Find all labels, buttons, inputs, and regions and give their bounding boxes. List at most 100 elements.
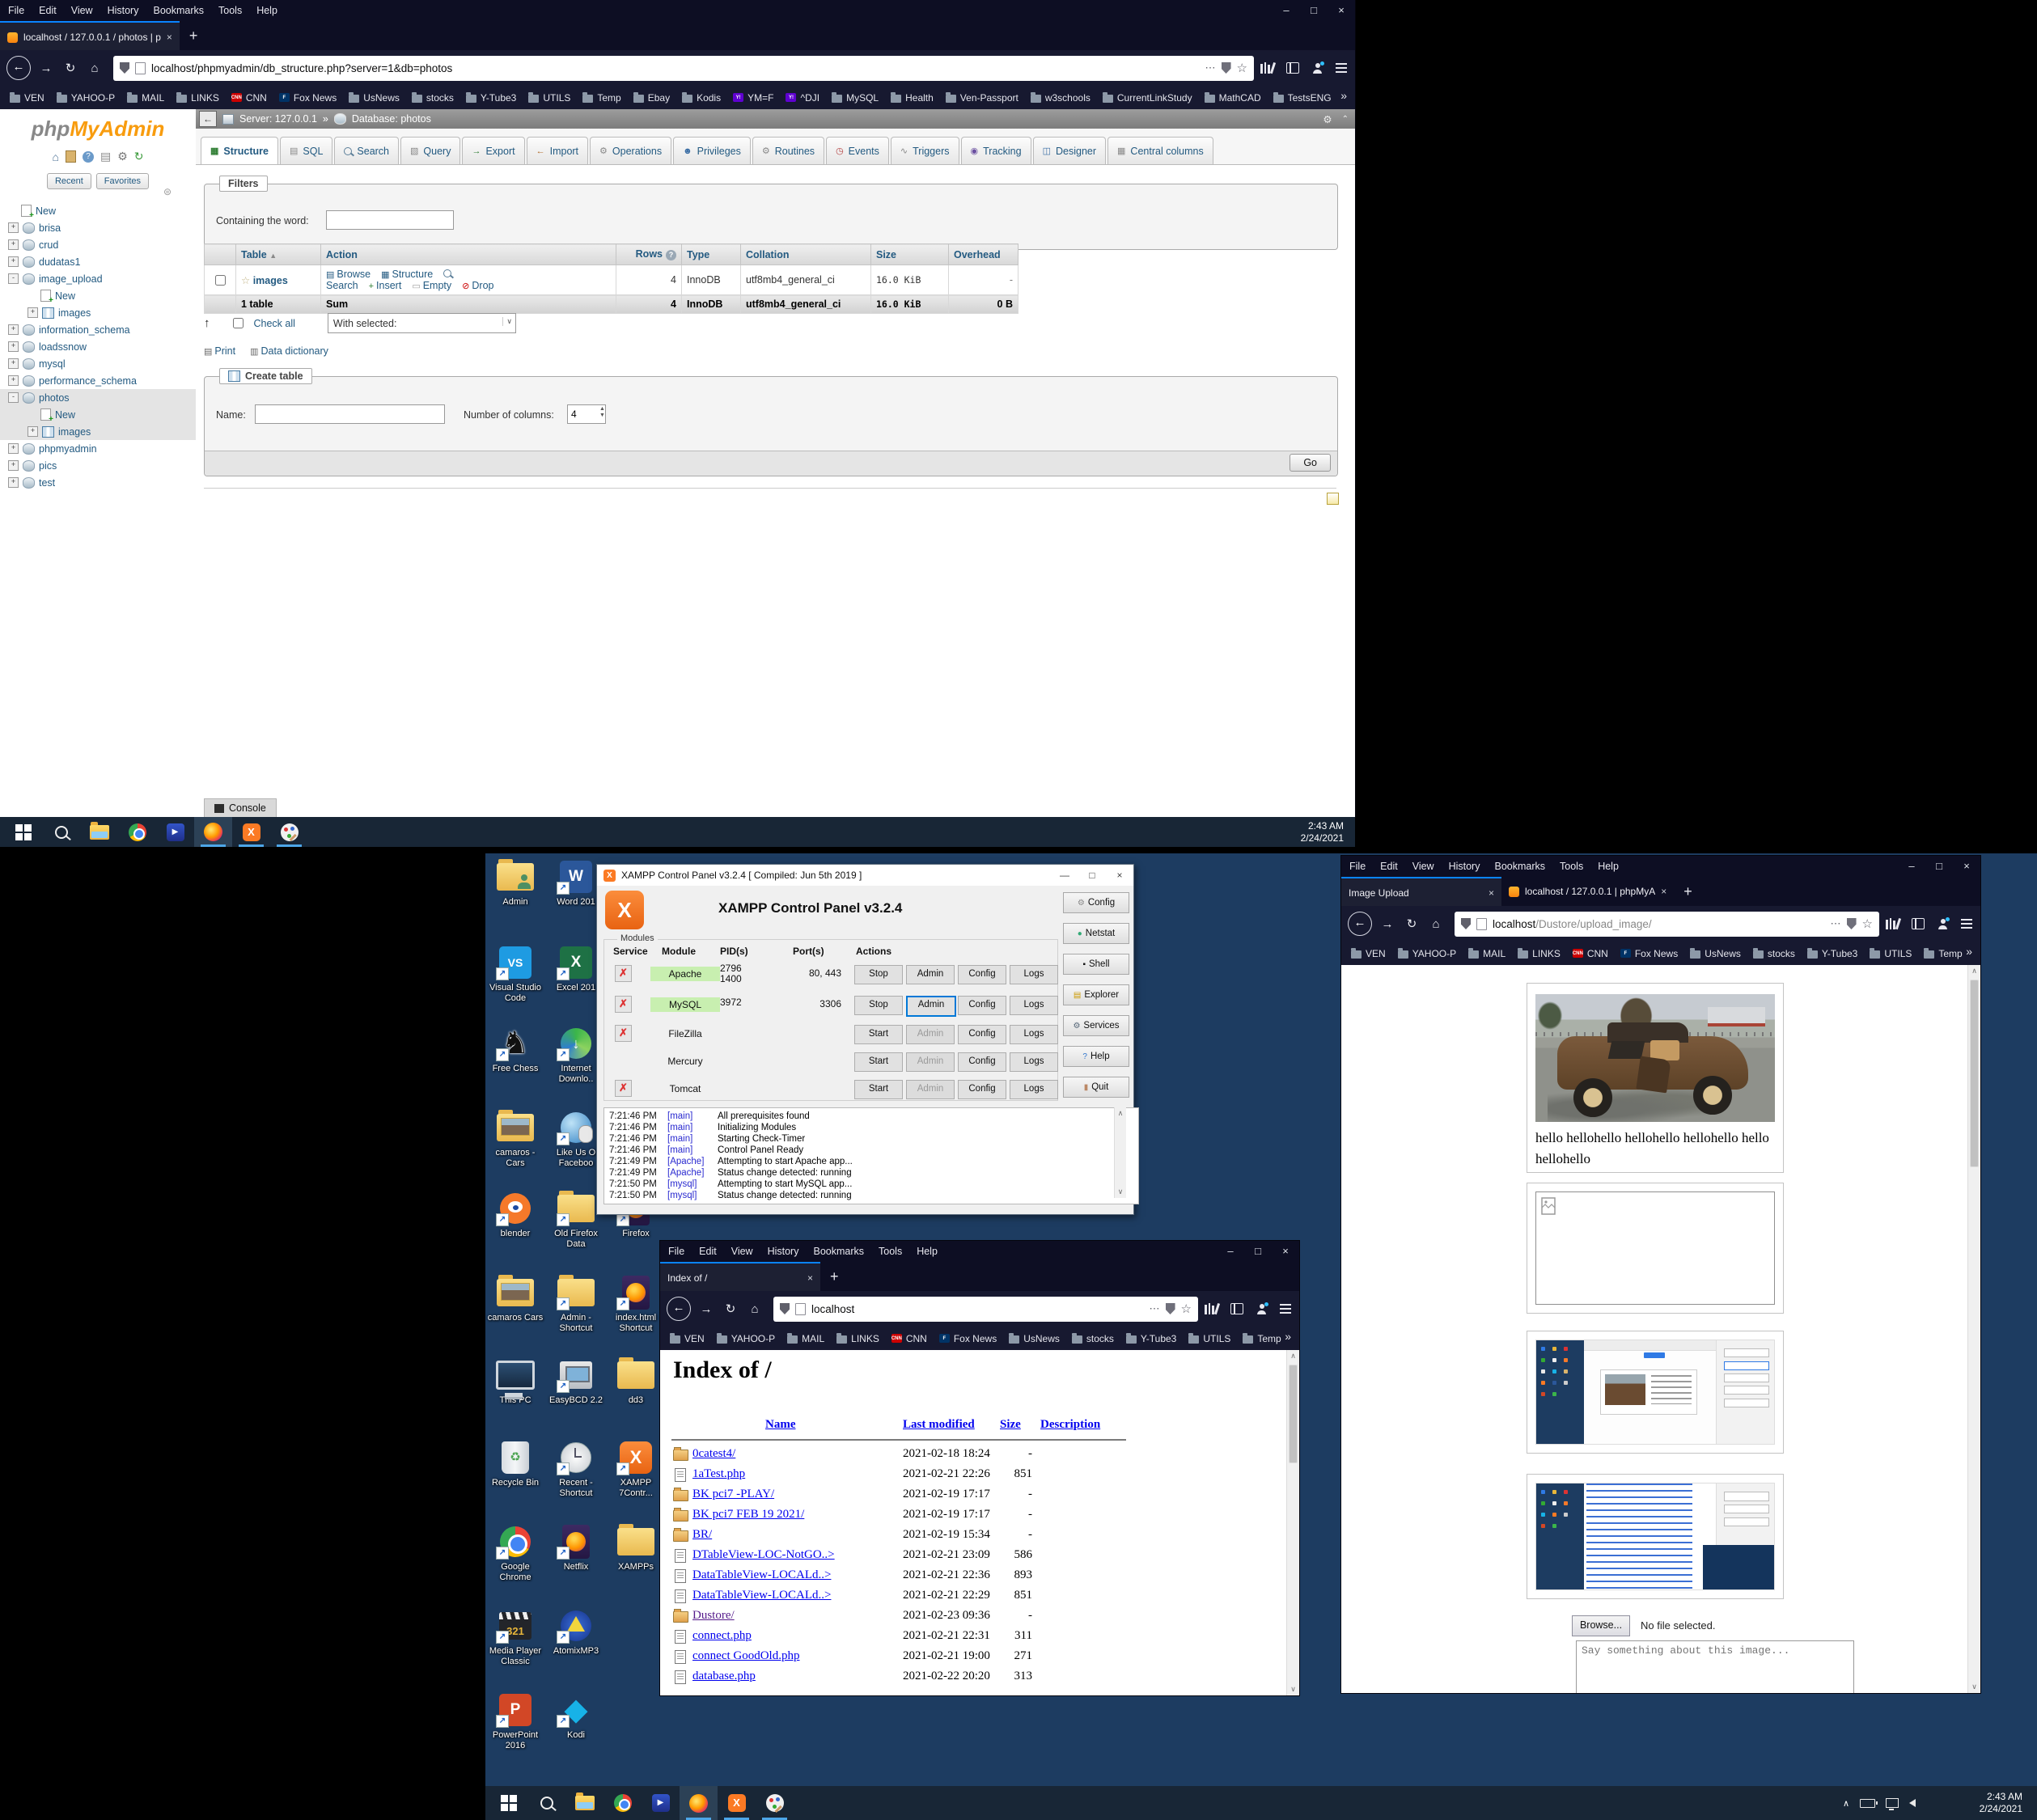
bookmark-item[interactable]: MySQL (832, 92, 879, 104)
bookmark-item[interactable]: stocks (412, 92, 454, 104)
pma-tab-central-columns[interactable]: ▦Central columns (1107, 137, 1213, 164)
page-scrollbar[interactable]: ∧ ∨ (1967, 965, 1980, 1693)
bookmark-item[interactable]: YAHOO-P (57, 92, 115, 104)
file-link[interactable]: 1aTest.php (692, 1467, 745, 1481)
bookmarks-overflow[interactable]: » (1340, 89, 1347, 102)
xampp-explorer-button[interactable]: ▤Explorer (1063, 984, 1129, 1005)
xampp-tomcat-config-button[interactable]: Config (958, 1080, 1006, 1099)
tree-item-crud[interactable]: +crud (0, 236, 196, 253)
home-icon[interactable]: ⌂ (1424, 917, 1448, 931)
col-type[interactable]: Type (682, 244, 741, 265)
file-link[interactable]: database.php (692, 1670, 756, 1683)
menu-view[interactable]: View (1412, 861, 1434, 872)
bookmark-star-icon[interactable]: ☆ (1181, 1302, 1192, 1316)
bookmark-item[interactable]: Y-Tube3 (1126, 1333, 1176, 1344)
menu-bookmarks[interactable]: Bookmarks (153, 5, 204, 16)
desktop-icon-index-html-shortcut[interactable]: ↗index.html Shortcut (607, 1275, 665, 1334)
bookmark-item[interactable]: LINKS (1518, 948, 1561, 959)
maximize-icon[interactable]: □ (1244, 1241, 1272, 1262)
file-link[interactable]: DataTableView-LOCALd..> (692, 1568, 831, 1582)
xampp-mysql-logs-button[interactable]: Logs (1010, 996, 1058, 1015)
bookmark-item[interactable]: CNNCNN (231, 92, 267, 104)
pma-tab-structure[interactable]: ▦Structure (201, 137, 278, 164)
tree-item-mysql[interactable]: +mysql (0, 355, 196, 372)
tab-close-icon[interactable]: × (807, 1272, 813, 1284)
table-name-link[interactable]: images (253, 275, 288, 286)
minimize-icon[interactable]: — (1051, 865, 1078, 886)
bookmark-item[interactable]: CNNCNN (891, 1333, 927, 1344)
xampp-config-button[interactable]: ⚙Config (1063, 892, 1129, 913)
new-tab-button[interactable]: + (1674, 877, 1702, 906)
bookmark-item[interactable]: UsNews (1690, 948, 1741, 959)
favorites-button[interactable]: Favorites (96, 173, 149, 189)
bookmark-item[interactable]: stocks (1753, 948, 1795, 959)
taskbar-chrome-button[interactable] (603, 1786, 642, 1820)
menu-edit[interactable]: Edit (39, 5, 57, 16)
permissions-icon[interactable] (1847, 918, 1857, 929)
forward-icon[interactable]: → (34, 61, 58, 75)
col-size[interactable]: Size (871, 244, 949, 265)
go-button[interactable]: Go (1290, 454, 1331, 472)
xampp-apache-admin-button[interactable]: Admin (906, 965, 955, 984)
desktop-icon-netflix[interactable]: ↗Netflix (547, 1524, 605, 1572)
menu-file[interactable]: File (8, 5, 24, 16)
network-icon[interactable] (1886, 1798, 1899, 1808)
xampp-apache-stop-button[interactable]: Stop (854, 965, 903, 984)
taskbar-search-button[interactable] (42, 817, 80, 847)
bookmark-item[interactable]: UTILS (1188, 1333, 1230, 1344)
action-drop[interactable]: ⊘Drop (462, 280, 493, 291)
tab-phpmyadmin[interactable]: localhost / 127.0.0.1 | phpMyA × (1501, 877, 1674, 906)
bookmark-item[interactable]: MathCAD (1205, 92, 1261, 104)
bookmark-item[interactable]: UTILS (528, 92, 570, 104)
file-link[interactable]: BR/ (692, 1528, 712, 1542)
desktop-icon-dd3[interactable]: dd3 (607, 1357, 665, 1406)
xampp-filezilla-start-button[interactable]: Start (854, 1025, 903, 1044)
taskbar-firefox-button[interactable] (194, 817, 232, 847)
action-browse[interactable]: ▤Browse (326, 269, 371, 280)
url-bar[interactable]: localhost/phpmyadmin/db_structure.php?se… (113, 56, 1254, 81)
taskbar-xampp-button[interactable]: X (232, 817, 270, 847)
taskbar-xampp-button[interactable]: X (718, 1786, 756, 1820)
xampp-tomcat-start-button[interactable]: Start (854, 1080, 903, 1099)
minimize-icon[interactable]: – (1217, 1241, 1244, 1262)
minimize-icon[interactable]: – (1273, 0, 1300, 21)
pma-tab-export[interactable]: →Export (462, 137, 524, 164)
bookmark-item[interactable]: LINKS (836, 1333, 879, 1344)
tracking-shield-icon[interactable] (780, 1303, 790, 1314)
maximize-icon[interactable]: □ (1300, 0, 1328, 21)
reload-icon[interactable]: ↻ (1400, 916, 1424, 931)
sort-modified[interactable]: Last modified (903, 1418, 975, 1432)
xampp-mercury-config-button[interactable]: Config (958, 1052, 1006, 1072)
desktop-icon-admin[interactable]: Admin (486, 859, 544, 908)
file-link[interactable]: BK pci7 -PLAY/ (692, 1488, 774, 1501)
xampp-mysql-config-button[interactable]: Config (958, 996, 1006, 1015)
xampp-apache-config-button[interactable]: Config (958, 965, 1006, 984)
bookmark-item[interactable]: Ven-Passport (946, 92, 1018, 104)
desktop-icon-recycle-bin[interactable]: Recycle Bin (486, 1440, 544, 1488)
data-dictionary-link[interactable]: ▥Data dictionary (250, 345, 328, 357)
tree-item-new[interactable]: New (0, 287, 196, 304)
sidebar-icon[interactable] (1912, 918, 1925, 929)
sort-description[interactable]: Description (1040, 1418, 1100, 1432)
menu-bookmarks[interactable]: Bookmarks (1494, 861, 1545, 872)
page-settings-gear-icon[interactable]: ⚙ (1323, 113, 1332, 125)
new-window-icon[interactable] (1327, 493, 1339, 505)
taskbar-start-button[interactable] (4, 817, 42, 847)
bookmark-item[interactable]: MAIL (127, 92, 164, 104)
permissions-icon[interactable] (1222, 62, 1231, 74)
bookmark-item[interactable]: FFox News (939, 1333, 997, 1344)
bookmark-star-icon[interactable]: ☆ (1237, 61, 1247, 75)
menu-tools[interactable]: Tools (218, 5, 242, 16)
library-icon[interactable] (1886, 918, 1899, 929)
bookmark-item[interactable]: YAHOO-P (717, 1333, 775, 1344)
tab-close-icon[interactable]: × (167, 32, 172, 43)
service-status-filezilla[interactable]: ✗ (615, 1025, 632, 1042)
desktop-icon-recent-shortcut[interactable]: ↗Recent - Shortcut (547, 1440, 605, 1499)
xampp-mercury-start-button[interactable]: Start (854, 1052, 903, 1072)
menu-help[interactable]: Help (1598, 861, 1619, 872)
file-link[interactable]: BK pci7 FEB 19 2021/ (692, 1508, 804, 1522)
maximize-icon[interactable]: □ (1078, 865, 1106, 886)
bookmark-item[interactable]: Temp (582, 92, 620, 104)
maximize-icon[interactable]: □ (1925, 856, 1953, 877)
taskbar-paint-button[interactable] (270, 817, 308, 847)
